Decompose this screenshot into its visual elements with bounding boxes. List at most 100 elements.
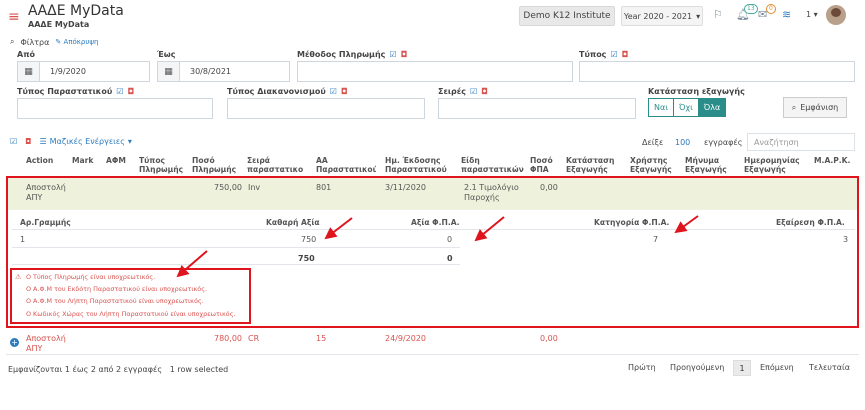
pager-first[interactable]: Πρώτη [628,363,656,372]
clear-icon[interactable]: ◘ [127,87,134,96]
selected-info: 1 row selected [169,365,229,374]
type-field[interactable] [579,61,855,82]
records-info: Εμφανίζονται 1 έως 2 από 2 εγγραφές [8,365,163,374]
mail-icon[interactable]: ✉ 0 [758,4,776,21]
col-series[interactable]: Σειρά παραστατικού [247,156,303,174]
from-label: Από [17,50,36,59]
row-date: 3/11/2020 [385,183,427,192]
status-option-all[interactable]: Όλα [698,99,726,116]
settlement-type-field[interactable] [227,98,425,119]
warning-icon: ⚠ [15,273,22,281]
col-export-user[interactable]: Χρήστης Εξαγωγής [630,156,676,174]
bulk-actions-button[interactable]: ☰ Μαζικές Ενέργειες ▾ [40,137,132,146]
hide-filters-link[interactable]: ✎ Απόκρυψη [55,38,98,46]
page-size-select[interactable]: 100 [675,138,690,147]
from-date-value: 1/9/2020 [50,67,86,76]
col-export-message[interactable]: Μήνυμα Εξαγωγής [685,156,735,174]
clear-icon[interactable]: ◘ [481,87,488,96]
col-export-status[interactable]: Κατάσταση Εξαγωγής [566,156,620,174]
status-option-yes[interactable]: Ναι [649,99,674,116]
stack-icon[interactable]: ≋ [782,8,791,21]
detail-vat-exemption-value: 3 [843,235,849,244]
row-number: 801 [316,183,332,192]
detail-col-vat-category: Κατηγορία Φ.Π.Α. [594,218,670,227]
hide-filters-label: Απόκρυψη [63,38,99,46]
plus-icon[interactable]: + [10,338,19,347]
clear-icon[interactable]: ◘ [25,137,31,146]
export-status-toggle: Ναι Όχι Όλα [648,98,727,117]
detail-vat-category-value: 7 [653,235,659,244]
pager-previous[interactable]: Προηγούμενη [670,363,724,372]
edit-icon[interactable]: ☑ [10,137,17,146]
payment-method-field[interactable] [297,61,573,82]
row-action-link[interactable]: Αποστολή ΑΠΥ [26,334,66,354]
settlement-type-text: Τύπος Διακανονισμού [227,87,326,96]
row-series: CR [248,334,260,343]
row-action-link[interactable]: Αποστολή ΑΠΥ [26,183,66,203]
type-text: Τύπος [579,50,607,59]
col-export-date[interactable]: Ημερομηνίας Εξαγωγής [744,156,806,174]
export-status-label: Κατάσταση εξαγωγής [648,87,745,96]
top-bar: ≡ ΑΑΔΕ MyData ΑΑΔΕ MyData Demo K12 Insti… [0,0,865,34]
row-vat: 0,00 [540,334,558,343]
detail-line-value: 1 [20,235,26,244]
status-option-no[interactable]: Όχι [673,99,699,116]
edit-icon[interactable]: ☑ [389,50,396,59]
doc-type-field[interactable] [17,98,213,119]
chevron-down-icon: ▾ [696,11,701,21]
series-label: Σειρές ☑ ◘ [438,87,488,96]
col-payment-amount[interactable]: Ποσό Πληρωμής [192,156,240,174]
validation-errors: ⚠ Ο Τύπος Πληρωμής είναι υποχρεωτικός. Ο… [10,268,251,324]
to-date-field[interactable]: ▦ 30/8/2021 [157,61,290,82]
edit-icon[interactable]: ☑ [116,87,123,96]
edit-icon[interactable]: ☑ [470,87,477,96]
col-mark[interactable]: Mark [72,156,98,174]
clear-icon[interactable]: ◘ [401,50,408,59]
user-menu[interactable]: 1 ▾ [806,10,818,19]
to-label: Έως [157,50,176,59]
col-issue-date[interactable]: Ημ. Έκδοσης Παραστατικού [385,156,453,174]
search-placeholder: Αναζήτηση [754,137,799,147]
show-button[interactable]: ⌕ Εμφάνιση [783,97,847,118]
pager-last[interactable]: Τελευταία [809,363,850,372]
col-action[interactable]: Action [26,156,66,174]
row-amount: 780,00 [214,334,242,343]
col-doc-types[interactable]: Είδη παραστατικών [461,156,525,174]
row-doc-type: 2.1 Τιμολόγιο Παροχής [464,183,519,202]
search-input[interactable]: Αναζήτηση [747,133,855,151]
app-title: ΑΑΔΕ MyData [28,3,124,19]
series-field[interactable] [438,98,636,119]
bell-icon[interactable]: 🔔︎ 13 [736,4,758,21]
col-doc-number[interactable]: ΑΑ Παραστατικού [316,156,376,174]
company-label: Demo K12 Institute [523,11,611,21]
col-mark-code[interactable]: Μ.Α.Ρ.Κ. [814,156,854,174]
from-date-field[interactable]: ▦ 1/9/2020 [17,61,150,82]
avatar[interactable] [826,5,846,25]
col-afm[interactable]: ΑΦΜ [106,156,132,174]
edit-icon[interactable]: ☑ [610,50,617,59]
flag-icon[interactable]: ⚐ [713,8,723,21]
col-payment-type[interactable]: Τύπος Πληρωμής [139,156,183,174]
clear-icon[interactable]: ◘ [622,50,629,59]
col-vat[interactable]: Ποσό ΦΠΑ [530,156,558,174]
row-date: 24/9/2020 [385,334,427,343]
notifications-badge: 13 [744,4,758,14]
detail-col-line: Αρ.Γραμμής [20,218,71,227]
calendar-icon[interactable]: ▦ [18,62,40,81]
pager-current[interactable]: 1 [733,360,751,376]
calendar-icon[interactable]: ▦ [158,62,180,81]
year-select[interactable]: Year 2020 - 2021 ▾ [621,6,703,26]
pager-next[interactable]: Επόμενη [760,363,794,372]
detail-net-value: 750 [301,235,317,244]
company-button[interactable]: Demo K12 Institute [519,6,615,26]
list-icon: ☰ [39,137,47,146]
clear-icon[interactable]: ◘ [341,87,348,96]
menu-icon[interactable]: ≡ [8,10,20,24]
pager-current-label: 1 [739,363,745,373]
messages-badge: 0 [766,4,776,14]
page-size-label: Δείξε [642,138,664,147]
edit-icon[interactable]: ☑ [330,87,337,96]
detail-vat-value: 0 [447,235,453,244]
filters-toggle[interactable]: ⌕ Φίλτρα ✎ Απόκρυψη [10,37,98,47]
year-label: Year 2020 - 2021 [623,11,693,21]
